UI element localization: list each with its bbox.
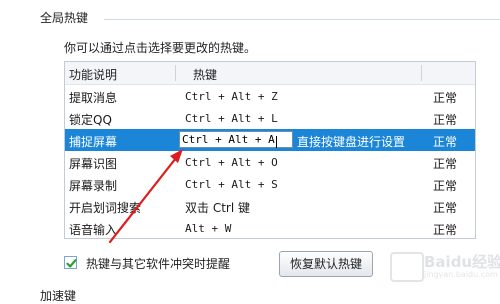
row-status: 正常 xyxy=(433,201,458,215)
row-hotkey: Ctrl + Alt + L xyxy=(185,112,278,125)
table-row[interactable]: 语音输入 Alt + W 正常 xyxy=(65,217,475,238)
row-hotkey: 双击 Ctrl 键 xyxy=(185,201,250,215)
row-function-name: 屏幕录制 xyxy=(69,179,118,193)
table-body: 提取消息 Ctrl + Alt + Z 正常 锁定QQ Ctrl + Alt + L 正常… xyxy=(65,85,475,238)
row-function-name: 锁定QQ xyxy=(69,113,112,127)
hotkey-table: 功能说明 热键 提取消息 Ctrl + Alt + Z 正常 锁定QQ Ctrl + A… xyxy=(64,61,476,239)
reset-default-hotkeys-button[interactable]: 恢复默认热键 xyxy=(279,251,373,277)
row-function-name: 语音输入 xyxy=(69,223,118,237)
table-row[interactable]: 锁定QQ Ctrl + Alt + L 正常 xyxy=(65,107,475,129)
table-row[interactable]: 捕捉屏幕 Ctrl + Alt + A 直接按键盘进行设置 正常 xyxy=(65,129,475,151)
section-divider xyxy=(104,19,500,20)
table-header: 功能说明 热键 xyxy=(65,62,475,85)
row-hotkey: Ctrl + Alt + O xyxy=(185,156,278,169)
checkmark-icon xyxy=(66,259,77,268)
row-function-name: 提取消息 xyxy=(69,91,118,105)
row-function-name: 开启划词搜索 xyxy=(69,201,142,215)
next-section-title: 加速键 xyxy=(40,289,77,303)
row-status: 正常 xyxy=(433,135,458,149)
header-hotkey: 热键 xyxy=(193,68,218,82)
hotkey-input-value: Ctrl + Alt + A xyxy=(182,133,275,146)
row-hotkey: Alt + W xyxy=(185,222,232,235)
table-row[interactable]: 屏幕录制 Ctrl + Alt + S 正常 xyxy=(65,173,475,195)
row-status: 正常 xyxy=(433,223,458,237)
table-row[interactable]: 提取消息 Ctrl + Alt + Z 正常 xyxy=(65,85,475,107)
header-function: 功能说明 xyxy=(69,68,118,82)
row-hotkey: Ctrl + Alt + Z xyxy=(185,90,278,103)
watermark-text: Baidu经验 xyxy=(424,253,500,271)
hotkey-input[interactable]: Ctrl + Alt + A xyxy=(179,131,293,148)
row-status: 正常 xyxy=(433,91,458,105)
hotkey-hint: 直接按键盘进行设置 xyxy=(297,135,406,149)
text-caret xyxy=(275,136,277,148)
header-separator xyxy=(175,65,176,81)
watermark-logo xyxy=(390,252,424,282)
section-title: 全局热键 xyxy=(40,11,89,25)
row-status: 正常 xyxy=(433,157,458,171)
row-function-name: 捕捉屏幕 xyxy=(69,135,118,149)
table-row[interactable]: 开启划词搜索 双击 Ctrl 键 正常 xyxy=(65,195,475,217)
watermark-url: jingyan.baidu.com xyxy=(424,270,498,279)
section-description: 你可以通过点击选择要更改的热键。 xyxy=(64,41,257,55)
row-hotkey: Ctrl + Alt + S xyxy=(185,178,278,191)
table-row[interactable]: 屏幕识图 Ctrl + Alt + O 正常 xyxy=(65,151,475,173)
checkbox-box[interactable] xyxy=(64,256,77,269)
row-status: 正常 xyxy=(433,113,458,127)
row-function-name: 屏幕识图 xyxy=(69,157,118,171)
header-separator xyxy=(421,65,422,81)
row-status: 正常 xyxy=(433,179,458,193)
checkbox-label: 热键与其它软件冲突时提醒 xyxy=(86,257,231,271)
